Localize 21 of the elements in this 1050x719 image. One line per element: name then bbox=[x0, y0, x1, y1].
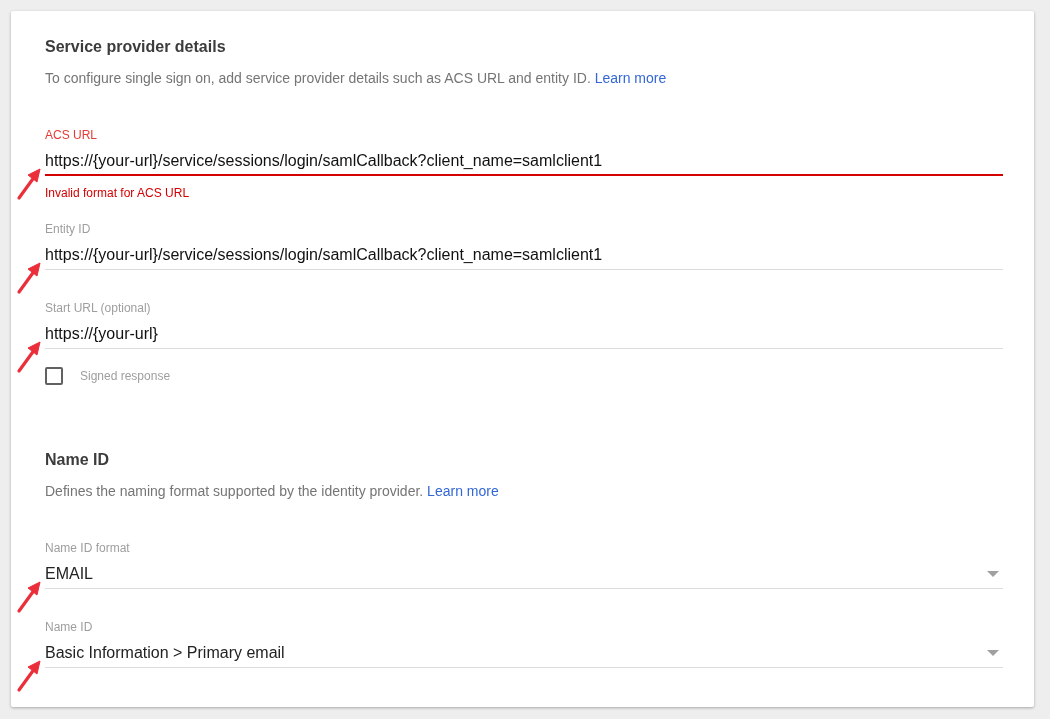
section-title: Service provider details bbox=[45, 37, 227, 57]
field-label: Name ID bbox=[45, 619, 94, 635]
section-description: To configure single sign on, add service provider details such as ACS URL and entity ID. Learn more bbox=[45, 69, 668, 88]
text-field[interactable]: https://{your-url} bbox=[45, 322, 1003, 349]
dropdown-field[interactable]: Basic Information > Primary email bbox=[45, 641, 1003, 668]
field-label: Name ID format bbox=[45, 540, 131, 556]
field-label: ACS URL bbox=[45, 127, 98, 143]
text-field[interactable]: https://{your-url}/service/sessions/login/samlCallback?client_name=samlclient1 bbox=[45, 243, 1003, 270]
field-label: Entity ID bbox=[45, 221, 92, 237]
section-description: Defines the naming format supported by the identity provider. Learn more bbox=[45, 482, 500, 501]
section-title: Name ID bbox=[45, 450, 111, 470]
field-label: Start URL (optional) bbox=[45, 300, 152, 316]
learn-more-link[interactable]: Learn more bbox=[594, 70, 667, 86]
caret-icon bbox=[987, 571, 999, 577]
checkbox-label: Signed response bbox=[80, 369, 171, 383]
error-message: Invalid format for ACS URL bbox=[45, 185, 191, 201]
checkbox[interactable] bbox=[45, 367, 63, 385]
caret-icon bbox=[987, 650, 999, 656]
learn-more-link[interactable]: Learn more bbox=[427, 483, 499, 499]
dropdown-field[interactable]: EMAIL bbox=[45, 562, 1003, 589]
text-field[interactable]: https://{your-url}/service/sessions/login/samlCallback?client_name=samlclient1 bbox=[45, 149, 1003, 176]
